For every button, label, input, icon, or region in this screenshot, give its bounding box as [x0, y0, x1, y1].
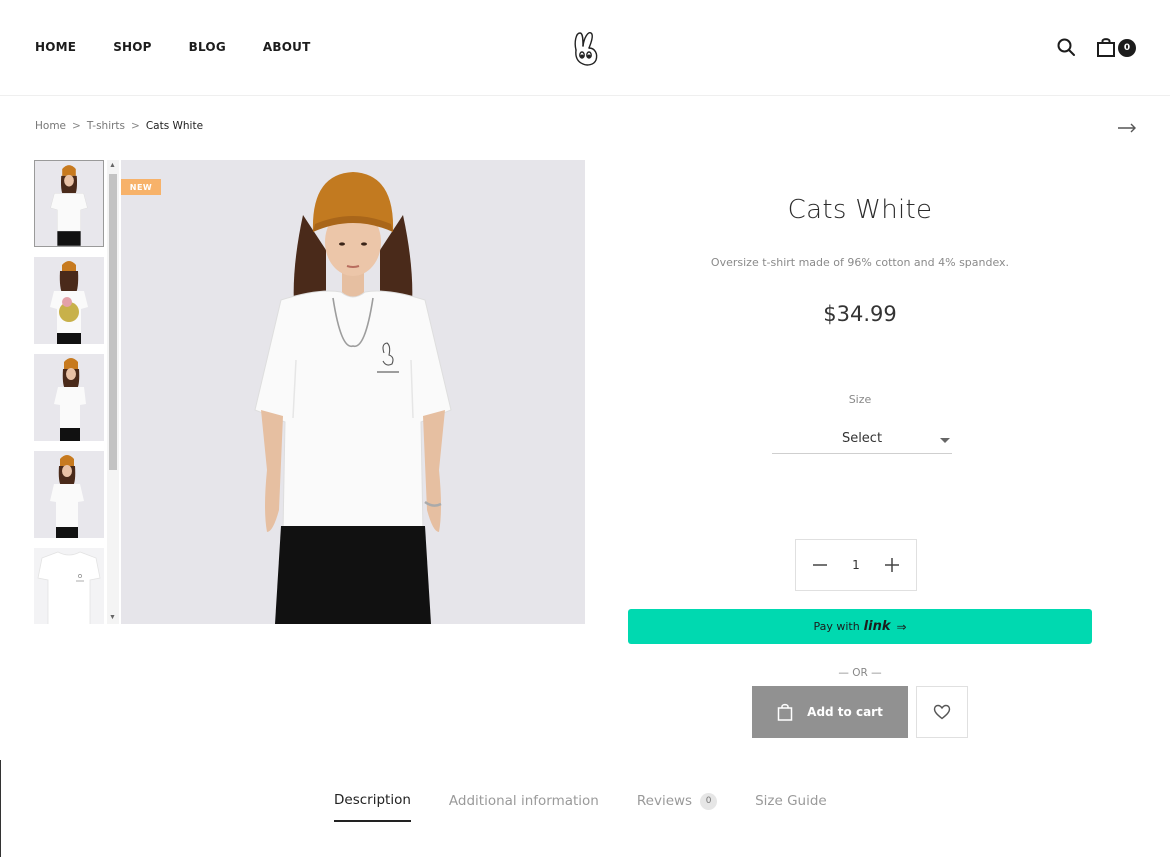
- scroll-up-icon[interactable]: ▲: [109, 162, 116, 170]
- pay-with-label: Pay with: [813, 620, 860, 633]
- nav-blog[interactable]: BLOG: [189, 40, 226, 54]
- model-front-image: [35, 161, 103, 246]
- cart-count-badge[interactable]: 0: [1118, 39, 1136, 57]
- model-back-image: [34, 257, 104, 344]
- scrollbar-handle[interactable]: [109, 174, 117, 470]
- thumbnail-pose[interactable]: [34, 451, 104, 538]
- new-badge: NEW: [121, 179, 161, 195]
- plus-icon: [884, 558, 899, 572]
- reviews-count-badge: 0: [700, 792, 718, 810]
- tab-additional-information[interactable]: Additional information: [449, 792, 599, 822]
- size-select-value: Select: [841, 431, 883, 446]
- size-select[interactable]: Select: [772, 424, 952, 454]
- search-icon[interactable]: [1056, 37, 1076, 57]
- increase-quantity-button[interactable]: [882, 555, 902, 575]
- next-product-arrow-icon[interactable]: [1117, 122, 1137, 134]
- product-price: $34.99: [823, 302, 897, 326]
- model-side-image: [34, 354, 104, 441]
- thumbnail-side[interactable]: [34, 354, 104, 441]
- shopping-bag-icon[interactable]: [1096, 36, 1116, 58]
- heart-icon: [933, 704, 951, 720]
- or-divider: — OR —: [838, 667, 882, 679]
- thumbnail-back[interactable]: [34, 257, 104, 344]
- nav-shop[interactable]: SHOP: [113, 40, 151, 54]
- breadcrumb-tshirts[interactable]: T-shirts: [87, 120, 125, 132]
- breadcrumb-home[interactable]: Home: [35, 120, 66, 132]
- site-header: HOME SHOP BLOG ABOUT 0: [0, 0, 1170, 96]
- thumbnail-scrollbar[interactable]: ▲ ▼: [107, 160, 119, 624]
- minus-icon: [813, 564, 827, 566]
- main-nav: HOME SHOP BLOG ABOUT: [35, 40, 347, 54]
- size-label: Size: [848, 393, 872, 406]
- pay-with-link-button[interactable]: Pay with link ⇒: [628, 609, 1092, 644]
- main-product-image[interactable]: [121, 160, 585, 624]
- nav-about[interactable]: ABOUT: [263, 40, 311, 54]
- window-edge-divider: [0, 760, 1, 857]
- caret-down-icon: [940, 438, 950, 443]
- decrease-quantity-button[interactable]: [810, 555, 830, 575]
- thumbnail-front[interactable]: [34, 160, 104, 247]
- tab-label: Additional information: [448, 793, 599, 809]
- model-main-image: [121, 160, 585, 624]
- breadcrumb-separator: >: [131, 120, 140, 132]
- wishlist-button[interactable]: [916, 686, 968, 738]
- product-title: Cats White: [787, 195, 933, 225]
- thumbnail-flat[interactable]: [34, 548, 104, 624]
- tab-reviews[interactable]: Reviews 0: [636, 792, 718, 822]
- tab-label: Size Guide: [755, 793, 827, 809]
- add-to-cart-button[interactable]: Add to cart: [752, 686, 908, 738]
- scroll-down-icon[interactable]: ▼: [109, 614, 116, 622]
- tab-label: Description: [334, 792, 411, 808]
- quantity-stepper: 1: [795, 539, 917, 591]
- flat-tshirt-image: [34, 548, 104, 624]
- add-to-cart-label: Add to cart: [807, 705, 883, 719]
- product-description: Oversize t-shirt made of 96% cotton and …: [710, 256, 1010, 269]
- thumbnail-strip: [34, 160, 106, 624]
- brand-logo-icon[interactable]: [570, 28, 602, 68]
- breadcrumb: Home > T-shirts > Cats White: [35, 120, 203, 132]
- product-tabs: Description Additional information Revie…: [334, 792, 865, 822]
- breadcrumb-separator: >: [72, 120, 81, 132]
- nav-home[interactable]: HOME: [35, 40, 76, 54]
- tab-size-guide[interactable]: Size Guide: [755, 792, 827, 822]
- shopping-bag-icon: [777, 703, 793, 721]
- link-brand-label: link: [863, 619, 891, 634]
- tab-description[interactable]: Description: [334, 792, 411, 822]
- arrow-right-icon: ⇒: [896, 619, 907, 634]
- tab-label: Reviews: [636, 793, 693, 809]
- quantity-input[interactable]: 1: [852, 558, 860, 572]
- model-pose-image: [34, 451, 104, 538]
- breadcrumb-current: Cats White: [145, 120, 204, 132]
